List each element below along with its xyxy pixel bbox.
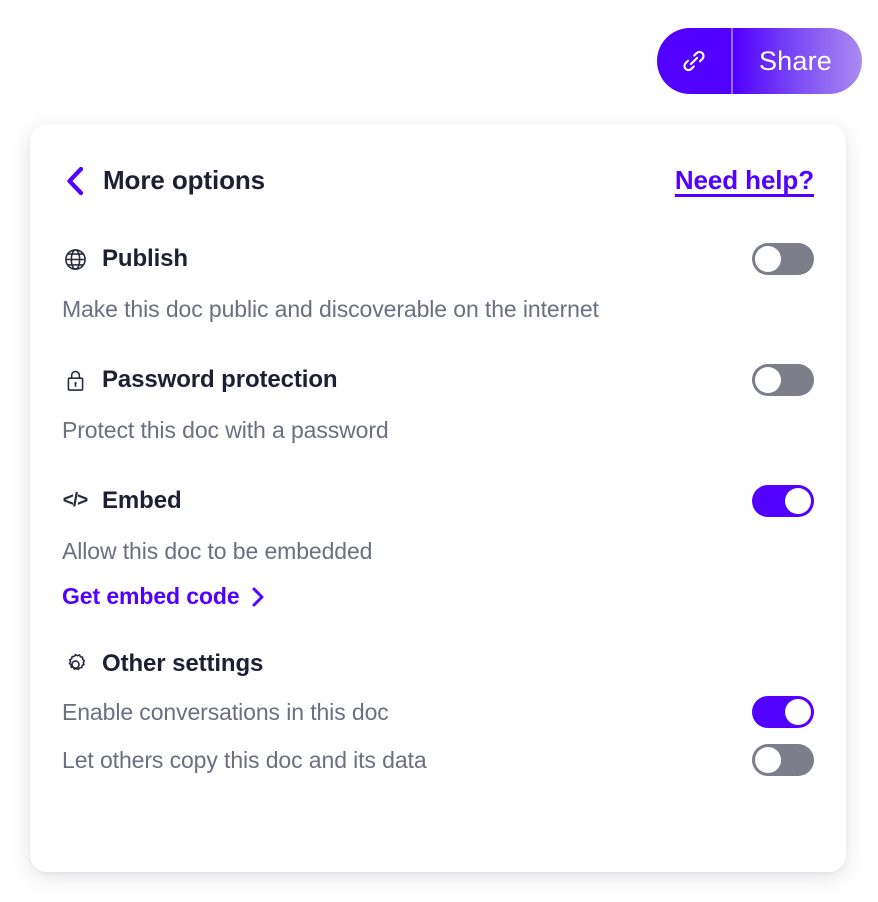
need-help-link[interactable]: Need help? xyxy=(675,165,814,196)
embed-toggle-knob xyxy=(785,488,811,514)
embed-toggle[interactable] xyxy=(752,485,814,517)
publish-description: Make this doc public and discoverable on… xyxy=(62,296,599,322)
embed-row-left: </> Embed xyxy=(62,487,182,515)
password-row: Password protection xyxy=(62,358,814,402)
chevron-left-icon[interactable] xyxy=(62,164,88,198)
get-embed-code-label: Get embed code xyxy=(62,583,240,609)
password-title: Password protection xyxy=(102,366,338,393)
publish-title: Publish xyxy=(102,245,188,272)
share-copy-link-button[interactable] xyxy=(657,28,733,94)
copy-toggle[interactable] xyxy=(752,744,814,776)
card-header: More options Need help? xyxy=(62,124,814,237)
link-icon xyxy=(679,46,709,76)
share-button-label[interactable]: Share xyxy=(733,28,862,94)
chevron-right-icon xyxy=(250,586,266,608)
password-description: Protect this doc with a password xyxy=(62,417,389,443)
publish-toggle-knob xyxy=(755,246,781,272)
section-publish: Publish Make this doc public and discove… xyxy=(62,237,814,327)
publish-toggle[interactable] xyxy=(752,243,814,275)
password-toggle-knob xyxy=(755,367,781,393)
publish-row: Publish xyxy=(62,237,814,281)
back-button[interactable]: More options xyxy=(62,164,265,198)
embed-row: </> Embed xyxy=(62,479,814,523)
get-embed-code-link[interactable]: Get embed code xyxy=(62,583,266,610)
password-toggle[interactable] xyxy=(752,364,814,396)
option-label-copy: Let others copy this doc and its data xyxy=(62,746,427,773)
option-row-copy: Let others copy this doc and its data xyxy=(62,736,814,784)
share-button[interactable]: Share xyxy=(656,28,862,94)
gear-icon xyxy=(62,652,88,677)
code-icon: </> xyxy=(62,490,89,512)
publish-row-left: Publish xyxy=(62,245,188,273)
code-icon-glyph: </> xyxy=(62,490,89,511)
globe-icon xyxy=(62,247,88,272)
other-settings-title: Other settings xyxy=(102,650,264,677)
section-embed: </> Embed Allow this doc to be embedded … xyxy=(62,479,814,614)
other-settings-header: Other settings xyxy=(62,650,814,678)
embed-description: Allow this doc to be embedded xyxy=(62,538,373,564)
page-title: More options xyxy=(103,165,266,195)
section-password: Password protection Protect this doc wit… xyxy=(62,358,814,448)
section-other-settings: Other settings Enable conversations in t… xyxy=(62,650,814,788)
password-row-left: Password protection xyxy=(62,366,338,394)
embed-title: Embed xyxy=(102,487,182,514)
copy-toggle-knob xyxy=(755,747,781,773)
lock-icon xyxy=(62,368,88,393)
conversations-toggle-knob xyxy=(785,699,811,725)
option-row-conversations: Enable conversations in this doc xyxy=(62,688,814,736)
share-bar: Share xyxy=(0,28,878,94)
conversations-toggle[interactable] xyxy=(752,696,814,728)
option-label-conversations: Enable conversations in this doc xyxy=(62,698,389,725)
more-options-card: More options Need help? Publish Make thi… xyxy=(30,124,846,872)
